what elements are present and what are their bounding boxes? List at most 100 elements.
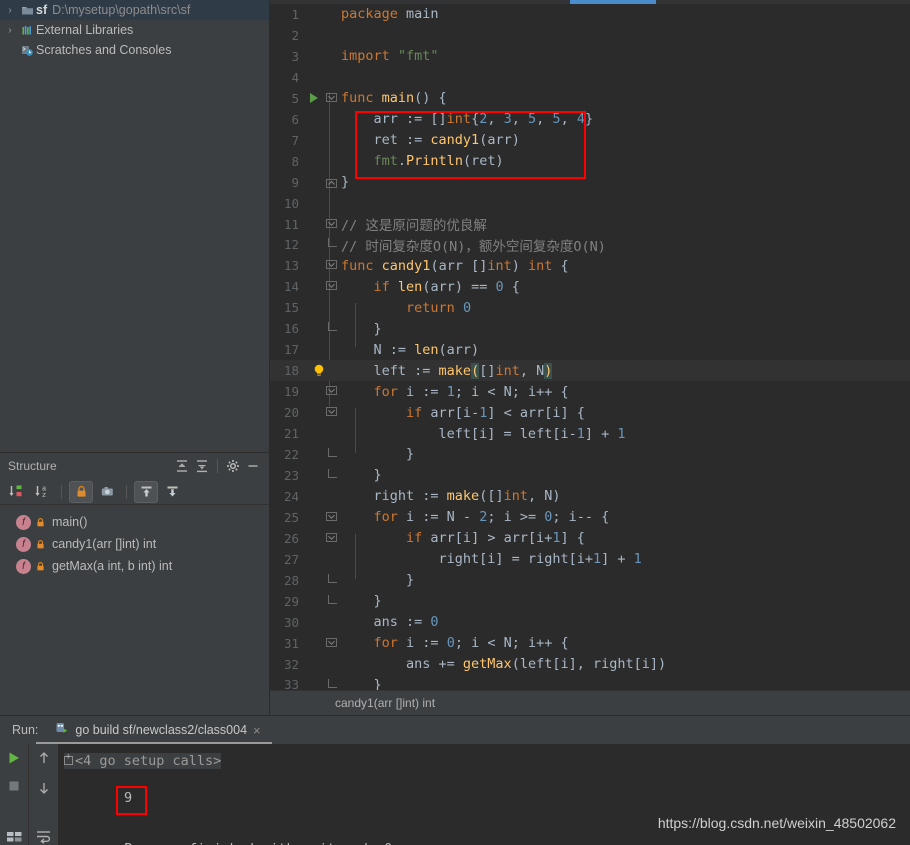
rerun-icon[interactable] <box>3 750 25 766</box>
show-inherited-icon[interactable] <box>134 480 158 503</box>
fold-collapse-icon[interactable] <box>326 637 337 649</box>
code-line[interactable]: 4 <box>270 67 910 88</box>
sort-alphabetically-icon[interactable]: a z <box>30 481 54 503</box>
structure-item-getmax[interactable]: f getMax(a int, b int) int <box>0 555 269 577</box>
console-setup-line[interactable]: <4 go setup calls> <box>64 750 910 771</box>
fold-end-icon[interactable] <box>328 448 337 458</box>
code-line[interactable]: 5 func main() { <box>270 88 910 109</box>
scroll-down-icon[interactable] <box>33 780 55 796</box>
hide-panel-icon[interactable] <box>243 456 263 476</box>
layout-icon[interactable] <box>3 829 25 845</box>
structure-toolbar: a z <box>0 479 269 505</box>
code-line[interactable]: 13 func candy1(arr []int) int { <box>270 255 910 276</box>
code-line[interactable]: 21 left[i] = left[i-1] + 1 <box>270 423 910 444</box>
code-line[interactable]: 17 N := len(arr) <box>270 339 910 360</box>
breadcrumb[interactable]: candy1(arr []int) int <box>270 690 910 715</box>
line-number: 3 <box>291 48 299 64</box>
code-line[interactable]: 24 right := make([]int, N) <box>270 486 910 507</box>
code-line[interactable]: 11 // 这是原问题的优良解 <box>270 214 910 235</box>
expand-icon[interactable] <box>64 753 73 765</box>
settings-gear-icon[interactable] <box>223 456 243 476</box>
code-line[interactable]: 2 <box>270 25 910 46</box>
chevron-right-icon[interactable]: › <box>2 25 18 36</box>
code-text: for i := 0; i < N; i++ { <box>373 635 569 652</box>
code-line[interactable]: 6 arr := []int{2, 3, 5, 5, 4} <box>270 109 910 130</box>
collapse-all-icon[interactable] <box>192 456 212 476</box>
code-line[interactable]: 28 } <box>270 570 910 591</box>
soft-wrap-icon[interactable] <box>33 828 55 844</box>
intention-bulb-icon[interactable] <box>312 363 326 382</box>
fold-collapse-icon[interactable] <box>326 281 337 292</box>
fold-collapse-icon[interactable] <box>326 92 337 104</box>
code-text: func main() { <box>341 90 447 107</box>
fold-end-icon[interactable] <box>328 678 337 688</box>
project-tree-item-external-libraries[interactable]: › External Libraries <box>0 20 269 40</box>
code-line[interactable]: 15 return 0 <box>270 297 910 318</box>
code-line[interactable]: 12 // 时间复杂度O(N)，额外空间复杂度O(N) <box>270 234 910 255</box>
code-line[interactable]: 14 if len(arr) == 0 { <box>270 276 910 297</box>
gutter-icons <box>308 675 338 691</box>
code-line[interactable]: 31 for i := 0; i < N; i++ { <box>270 633 910 654</box>
code-line[interactable]: 33 } <box>270 675 910 691</box>
code-editor[interactable]: 1 package main 2 3 import "fmt" 4 5 func… <box>270 0 910 690</box>
gutter-icons <box>308 88 338 109</box>
code-line[interactable]: 23 } <box>270 465 910 486</box>
show-anonymous-classes-icon[interactable] <box>95 481 119 503</box>
run-tab-title: go build sf/newclass2/class004 <box>75 723 248 737</box>
code-line[interactable]: 32 ans += getMax(left[i], right[i]) <box>270 654 910 675</box>
code-lines-container[interactable]: 1 package main 2 3 import "fmt" 4 5 func… <box>270 4 910 690</box>
gutter-icons <box>308 612 338 633</box>
code-text: } <box>341 174 350 191</box>
chevron-right-icon[interactable]: › <box>2 5 18 16</box>
code-line[interactable]: 25 for i := N - 2; i >= 0; i-- { <box>270 507 910 528</box>
code-line[interactable]: 19 for i := 1; i < N; i++ { <box>270 381 910 402</box>
fold-end-icon[interactable] <box>328 594 337 604</box>
code-line[interactable]: 3 import "fmt" <box>270 46 910 67</box>
code-line[interactable]: 9 } <box>270 172 910 193</box>
sort-by-visibility-icon[interactable] <box>4 481 28 503</box>
fold-collapse-icon[interactable] <box>326 407 337 418</box>
line-number: 27 <box>283 551 299 567</box>
close-icon[interactable]: × <box>253 723 261 738</box>
structure-item-candy1[interactable]: f candy1(arr []int) int <box>0 533 269 555</box>
code-line[interactable]: 20 if arr[i-1] < arr[i] { <box>270 402 910 423</box>
fold-collapse-icon[interactable] <box>326 532 337 544</box>
code-line[interactable]: 7 ret := candy1(arr) <box>270 130 910 151</box>
fold-end-icon[interactable] <box>328 238 337 248</box>
code-text: } <box>341 467 382 484</box>
code-text: import "fmt" <box>341 48 439 65</box>
show-fields-icon[interactable] <box>160 481 184 503</box>
code-line-highlighted[interactable]: 18 left := make([]int, N) <box>270 360 910 382</box>
run-gutter-icon[interactable] <box>310 92 318 103</box>
fold-collapse-icon[interactable] <box>326 386 337 397</box>
run-configuration-tab[interactable]: go build sf/newclass2/class004 × <box>46 716 268 744</box>
fold-collapse-icon[interactable] <box>326 511 337 523</box>
fold-collapse-icon[interactable] <box>326 260 337 271</box>
code-line[interactable]: 16 } <box>270 318 910 339</box>
code-line[interactable]: 29 } <box>270 591 910 612</box>
stop-icon[interactable] <box>3 778 25 794</box>
fold-end-icon[interactable] <box>328 468 337 478</box>
code-line[interactable]: 8 fmt.Println(ret) <box>270 151 910 172</box>
code-line[interactable]: 1 package main <box>270 4 910 25</box>
run-panel: Run: go build sf/newclass2/class004 × + … <box>0 715 910 845</box>
expand-all-icon[interactable] <box>172 456 192 476</box>
code-text: } <box>341 593 382 610</box>
fold-end-icon[interactable] <box>326 177 337 188</box>
code-line[interactable]: 27 right[i] = right[i+1] + 1 <box>270 549 910 570</box>
project-tree-item-sf[interactable]: › sf D:\mysetup\gopath\src\sf <box>0 0 269 20</box>
code-line[interactable]: 30 ans := 0 <box>270 612 910 633</box>
code-line[interactable]: 26 if arr[i] > arr[i+1] { <box>270 528 910 549</box>
code-line[interactable]: 10 <box>270 193 910 214</box>
structure-item-main[interactable]: f main() <box>0 511 269 533</box>
gutter-icons <box>308 318 338 339</box>
setup-calls-fold[interactable]: <4 go setup calls> <box>64 752 222 769</box>
project-tree-item-scratches[interactable]: · Scratches and Consoles <box>0 40 269 60</box>
gutter-icons <box>308 360 338 381</box>
scroll-up-icon[interactable] <box>33 750 55 766</box>
code-line[interactable]: 22 } <box>270 444 910 465</box>
show-non-public-icon[interactable] <box>69 480 93 503</box>
fold-end-icon[interactable] <box>328 573 337 583</box>
fold-collapse-icon[interactable] <box>326 218 337 230</box>
fold-end-icon[interactable] <box>328 322 337 332</box>
